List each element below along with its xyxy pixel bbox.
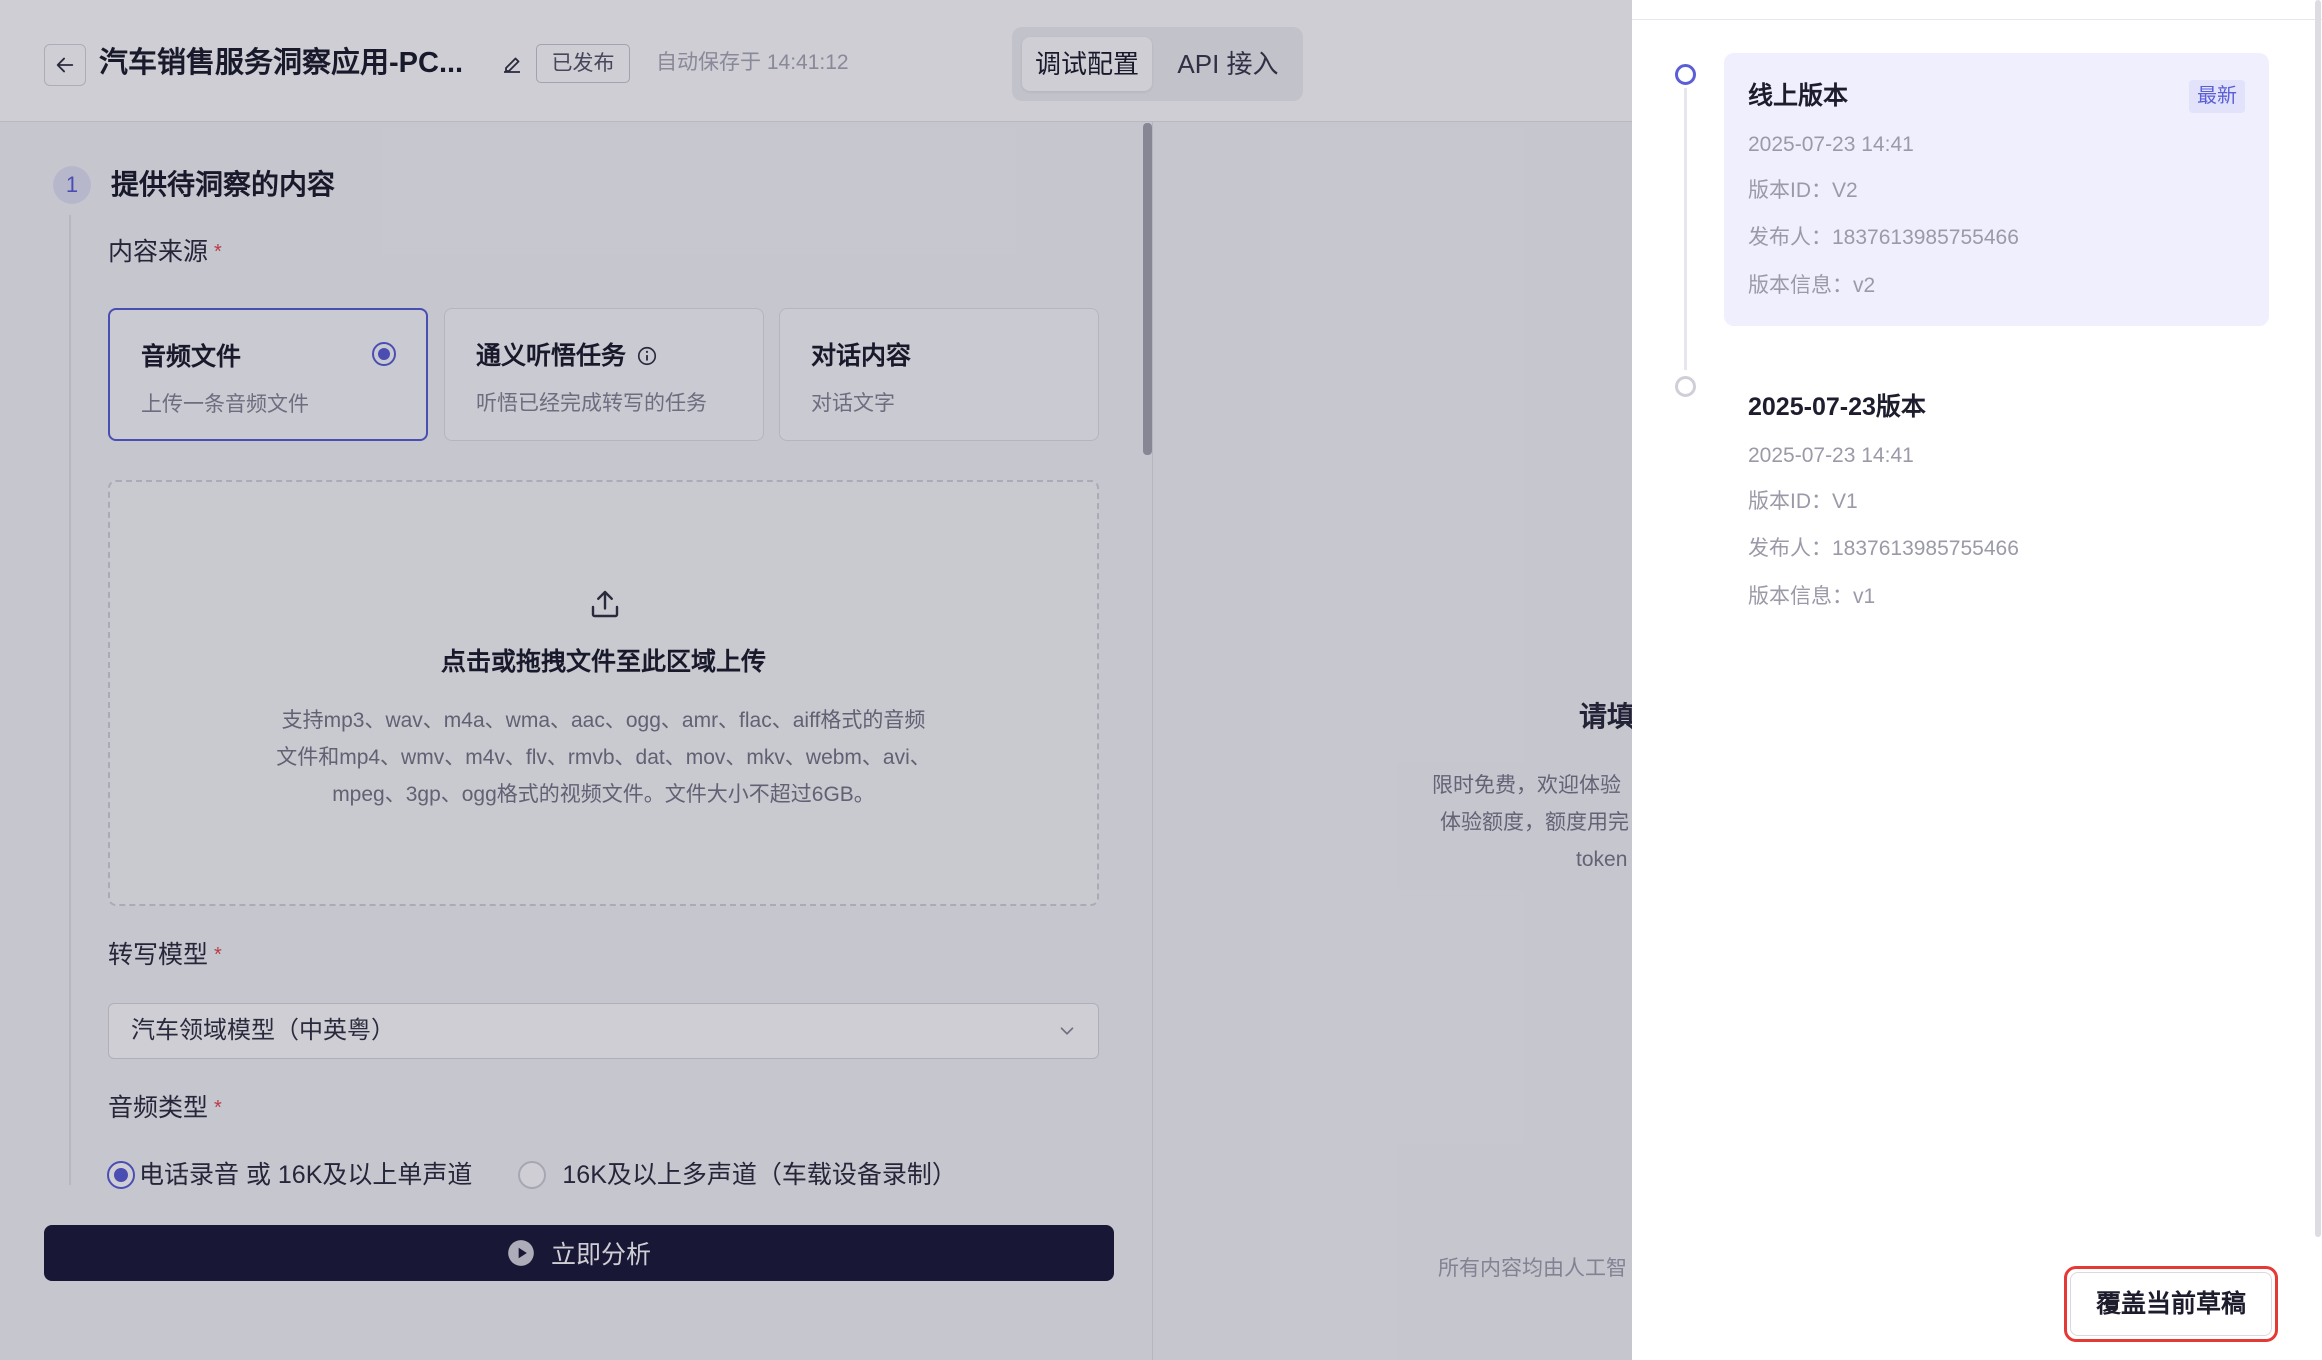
version-title: 2025-07-23版本 (1748, 393, 1926, 421)
version-publisher: 发布人：1837613985755466 (1748, 226, 2019, 249)
app-main: 汽车销售服务洞察应用-PC... 已发布 自动保存于 14:41:12 调试配置… (0, 0, 1632, 1360)
version-date: 2025-07-23 14:41 (1748, 133, 1914, 156)
version-item-online[interactable]: 线上版本 最新 2025-07-23 14:41 版本ID：V2 发布人：183… (1724, 53, 2269, 326)
modal-mask[interactable] (0, 0, 1632, 1360)
timeline-dot-current (1675, 64, 1696, 85)
timeline-dot (1675, 376, 1696, 397)
version-info: 版本信息：v1 (1748, 585, 1876, 608)
version-info: 版本信息：v2 (1748, 274, 1876, 297)
version-publisher: 发布人：1837613985755466 (1748, 537, 2019, 560)
version-id: 版本ID：V2 (1748, 179, 1858, 202)
version-item-v1[interactable]: 2025-07-23版本 2025-07-23 14:41 版本ID：V1 发布… (1724, 364, 2269, 637)
version-title: 线上版本 (1748, 82, 1849, 110)
drawer-header-divider (1632, 19, 2322, 20)
version-date: 2025-07-23 14:41 (1748, 444, 1914, 467)
drawer-scrollbar[interactable] (2315, 0, 2321, 1237)
version-id: 版本ID：V1 (1748, 490, 1858, 513)
latest-badge: 最新 (2189, 80, 2245, 113)
timeline-line (1684, 88, 1687, 370)
version-history-drawer: 线上版本 最新 2025-07-23 14:41 版本ID：V2 发布人：183… (1632, 0, 2322, 1360)
overwrite-draft-button[interactable]: 覆盖当前草稿 (2070, 1272, 2272, 1336)
